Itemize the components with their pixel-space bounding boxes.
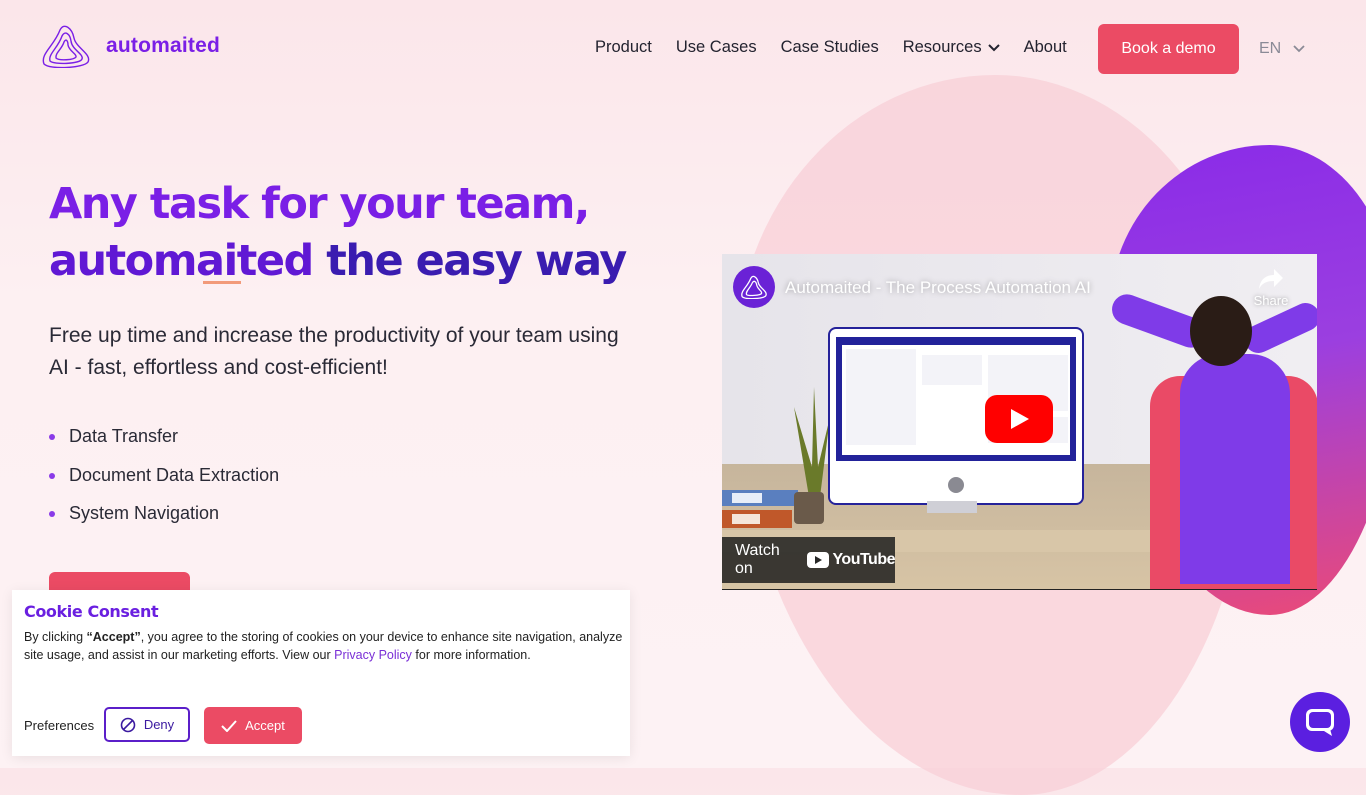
list-item-label: Data Transfer [69, 426, 179, 446]
channel-avatar[interactable] [733, 266, 775, 308]
accept-label: Accept [245, 718, 285, 733]
person-illustration [1180, 354, 1290, 584]
ai-underline [203, 281, 241, 284]
hero-title-line1: Any task for your team, [49, 179, 590, 229]
bullet-dot [49, 511, 55, 517]
book-demo-button[interactable]: Book a demo [1098, 24, 1239, 74]
list-item: System Navigation [49, 503, 279, 542]
cookie-text-pre: By clicking [24, 630, 87, 644]
play-button[interactable] [985, 395, 1053, 443]
bullet-dot [49, 434, 55, 440]
share-button[interactable]: Share [1250, 268, 1292, 308]
logo-icon [741, 275, 767, 299]
logo[interactable]: automaited [40, 24, 220, 68]
nav-about[interactable]: About [1024, 38, 1067, 57]
language-selector[interactable]: EN [1259, 40, 1305, 58]
accept-button[interactable]: Accept [204, 707, 302, 744]
cookie-text: By clicking “Accept”, you agree to the s… [24, 628, 624, 664]
monitor-button [948, 477, 964, 493]
logo-icon [42, 25, 90, 68]
deny-button[interactable]: Deny [104, 707, 190, 742]
nav-use-cases[interactable]: Use Cases [676, 38, 757, 57]
play-icon [1011, 409, 1029, 429]
youtube-icon [807, 552, 830, 568]
list-item: Document Data Extraction [49, 465, 279, 504]
watch-on-label: Watch on [735, 542, 780, 577]
list-item-label: Document Data Extraction [69, 464, 280, 485]
hero-title: Any task for your team, automaited the e… [49, 176, 689, 290]
video-title[interactable]: Automaited - The Process Automation AI [785, 278, 1091, 298]
cookie-title: Cookie Consent [24, 602, 159, 621]
feature-list: Data Transfer Document Data Extraction S… [49, 426, 279, 542]
checkmark-icon [221, 719, 237, 732]
youtube-video-embed[interactable]: Automaited - The Process Automation AI S… [722, 254, 1317, 590]
share-icon [1259, 269, 1283, 289]
monitor-stand [927, 501, 977, 513]
watch-on-youtube-button[interactable]: Watch on YouTube [722, 537, 895, 583]
cookie-text-bold: “Accept” [86, 630, 141, 644]
preferences-link[interactable]: Preferences [24, 718, 94, 733]
bullet-dot [49, 472, 55, 479]
cookie-text-post: for more information. [411, 648, 531, 662]
deny-label: Deny [143, 717, 175, 732]
chat-icon [1306, 709, 1334, 736]
list-item: Data Transfer [49, 426, 279, 465]
logo-text: automaited [106, 34, 221, 57]
chat-widget-button[interactable] [1290, 692, 1350, 752]
hero-subtitle: Free up time and increase the productivi… [49, 324, 619, 379]
chevron-down-icon [987, 43, 1000, 51]
share-label: Share [1253, 293, 1289, 308]
nav-case-studies[interactable]: Case Studies [781, 38, 879, 57]
hero-title-rest: the easy way [326, 236, 627, 286]
nav-product[interactable]: Product [595, 38, 652, 57]
main-nav: Product Use Cases Case Studies Resources… [595, 38, 1067, 57]
chevron-down-icon [1293, 45, 1305, 53]
plant-illustration [794, 387, 830, 524]
youtube-logo: YouTube [807, 551, 895, 569]
language-label: EN [1259, 40, 1282, 57]
list-item-label: System Navigation [69, 503, 220, 523]
person-head [1190, 296, 1252, 366]
cookie-consent-banner: Cookie Consent By clicking “Accept”, you… [12, 590, 630, 756]
hero-title-brand: automaited [49, 236, 314, 286]
privacy-policy-link[interactable]: Privacy Policy [334, 648, 412, 662]
youtube-wordmark: YouTube [832, 551, 895, 568]
deny-icon [120, 717, 136, 732]
nav-resources-label: Resources [902, 38, 982, 56]
nav-resources[interactable]: Resources [903, 38, 1000, 57]
